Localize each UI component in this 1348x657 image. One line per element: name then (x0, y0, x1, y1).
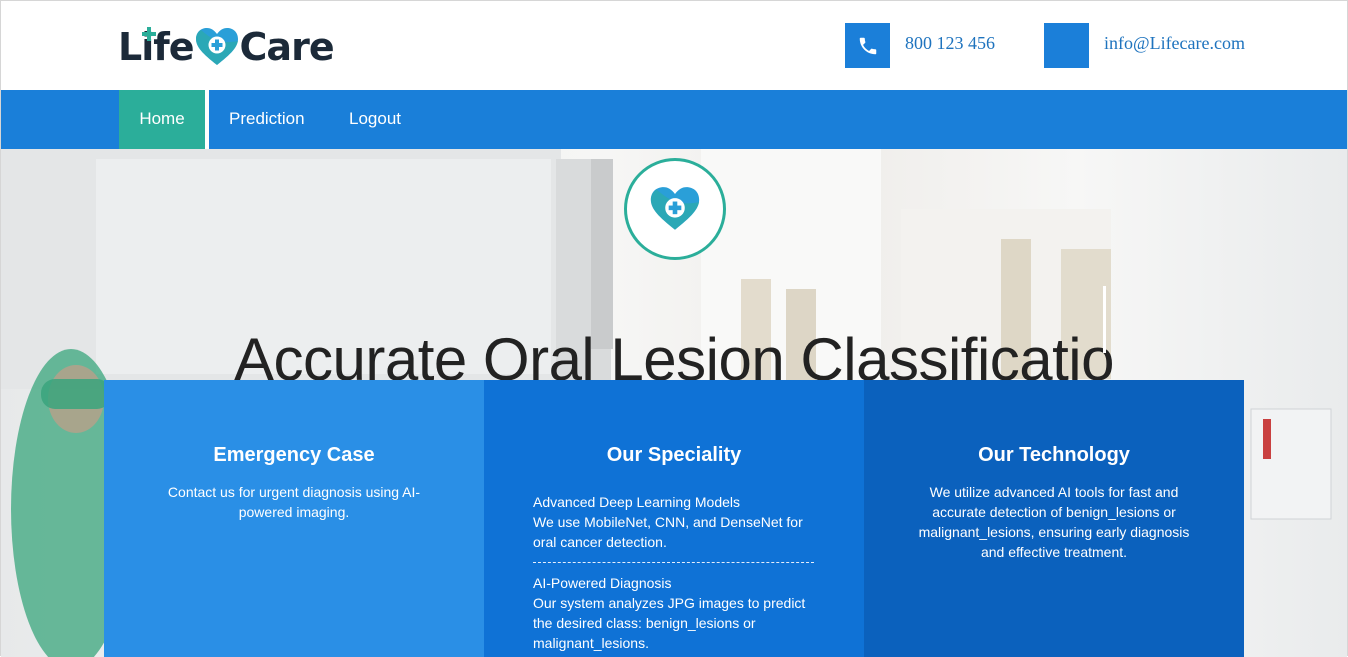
card-description: Contact us for urgent diagnosis using AI… (167, 484, 421, 520)
nav-item-label: Prediction (229, 109, 305, 128)
speciality-heading: Advanced Deep Learning Models (533, 494, 741, 510)
card-title: Emergency Case (213, 444, 375, 466)
nav-item-prediction[interactable]: Prediction (229, 90, 305, 149)
nav-item-label: Home (139, 109, 185, 128)
typing-caret (1103, 286, 1106, 353)
dashed-divider (533, 562, 814, 563)
card-our-speciality: Our Speciality Advanced Deep Learning Mo… (484, 380, 864, 657)
heart-plus-icon (195, 28, 238, 65)
email-contact[interactable]: info@Lifecare.com (1044, 23, 1245, 68)
small-plus-icon (142, 27, 156, 41)
email-address: info@Lifecare.com (1104, 33, 1246, 53)
card-title: Our Speciality (606, 444, 742, 466)
phone-number: 800 123 456 (905, 33, 995, 53)
card-title: Our Technology (978, 444, 1130, 466)
card-emergency-case: Emergency Case Contact us for urgent dia… (104, 380, 484, 657)
phone-contact[interactable]: 800 123 456 (845, 23, 995, 68)
heart-plus-icon (650, 187, 700, 230)
speciality-item: Advanced Deep Learning Models We use Mob… (533, 492, 815, 552)
phone-icon (845, 23, 890, 68)
site-header: Life Care 800 123 456 info@Lifecare.com (1, 1, 1347, 90)
nav-item-home[interactable]: Home (119, 90, 209, 155)
heart-badge (624, 158, 726, 260)
card-our-technology: Our Technology We utilize advanced AI to… (864, 380, 1244, 657)
nav-item-label: Logout (349, 109, 401, 128)
main-nav: Home Prediction Logout (1, 90, 1347, 155)
brand-name-right: Care (239, 25, 335, 69)
speciality-item: AI-Powered Diagnosis Our system analyzes… (533, 573, 815, 653)
speciality-heading: AI-Powered Diagnosis (533, 575, 672, 591)
hero-section: Accurate Oral Lesion Classificatio Emerg… (1, 149, 1347, 657)
mail-icon (1044, 23, 1089, 68)
nav-item-logout[interactable]: Logout (349, 90, 401, 149)
speciality-text: Our system analyzes JPG images to predic… (533, 595, 806, 651)
card-description: We utilize advanced AI tools for fast an… (918, 484, 1190, 560)
speciality-text: We use MobileNet, CNN, and DenseNet for … (533, 514, 803, 550)
